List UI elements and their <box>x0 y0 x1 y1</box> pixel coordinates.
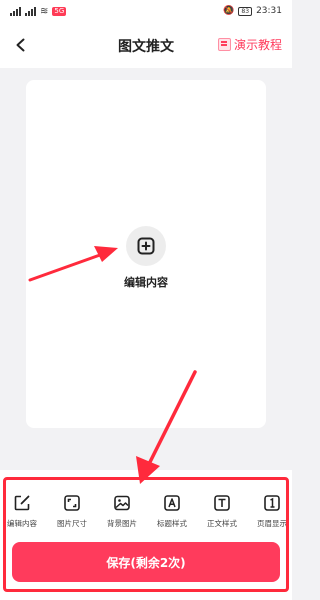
tool-label: 编辑内容 <box>7 519 37 528</box>
status-right: 🔕 83 23:31 <box>223 6 282 16</box>
tool-label: 页眉显示 <box>257 519 287 528</box>
tool-body-style[interactable]: 正文样式 <box>196 494 248 529</box>
tool-header-display[interactable]: 页眉显示 <box>246 494 298 529</box>
status-time: 23:31 <box>256 6 282 16</box>
add-circle <box>126 226 166 266</box>
tool-label: 正文样式 <box>207 519 237 528</box>
tool-label: 标题样式 <box>157 519 187 528</box>
wifi-icon: ≋ <box>40 5 49 17</box>
image-icon <box>113 494 131 512</box>
tool-title-style[interactable]: 标题样式 <box>146 494 198 529</box>
save-button[interactable]: 保存(剩余2次) <box>12 542 280 582</box>
tool-image-size[interactable]: 图片尺寸 <box>46 494 98 529</box>
header-icon <box>263 494 281 512</box>
edit-icon <box>13 494 31 512</box>
tool-row: 编辑内容 图片尺寸 背景图片 标题样式 正文样式 页眉显示 <box>0 494 292 534</box>
plus-square-icon <box>137 237 155 255</box>
network-badge: 5G <box>52 6 67 16</box>
signal-icon <box>10 6 21 16</box>
nav-bar: 图文推文 演示教程 <box>0 22 292 68</box>
status-left: ≋ 5G <box>10 5 67 17</box>
resize-icon <box>63 494 81 512</box>
edit-content-button[interactable]: 编辑内容 <box>26 226 266 290</box>
title-style-icon <box>163 494 181 512</box>
tutorial-icon <box>217 38 231 51</box>
tool-label: 背景图片 <box>107 519 137 528</box>
tool-edit-content[interactable]: 编辑内容 <box>0 494 48 529</box>
edit-content-label: 编辑内容 <box>124 276 168 289</box>
canvas-card: 编辑内容 <box>26 80 266 428</box>
mute-icon: 🔕 <box>223 6 235 16</box>
tutorial-label: 演示教程 <box>233 38 282 52</box>
body-style-icon <box>213 494 231 512</box>
tutorial-button[interactable]: 演示教程 <box>217 36 282 53</box>
signal-icon-2 <box>25 6 36 16</box>
tool-label: 图片尺寸 <box>57 519 87 528</box>
tool-background-image[interactable]: 背景图片 <box>96 494 148 529</box>
battery-icon: 83 <box>238 6 253 16</box>
status-bar: ≋ 5G 🔕 83 23:31 <box>0 0 292 22</box>
